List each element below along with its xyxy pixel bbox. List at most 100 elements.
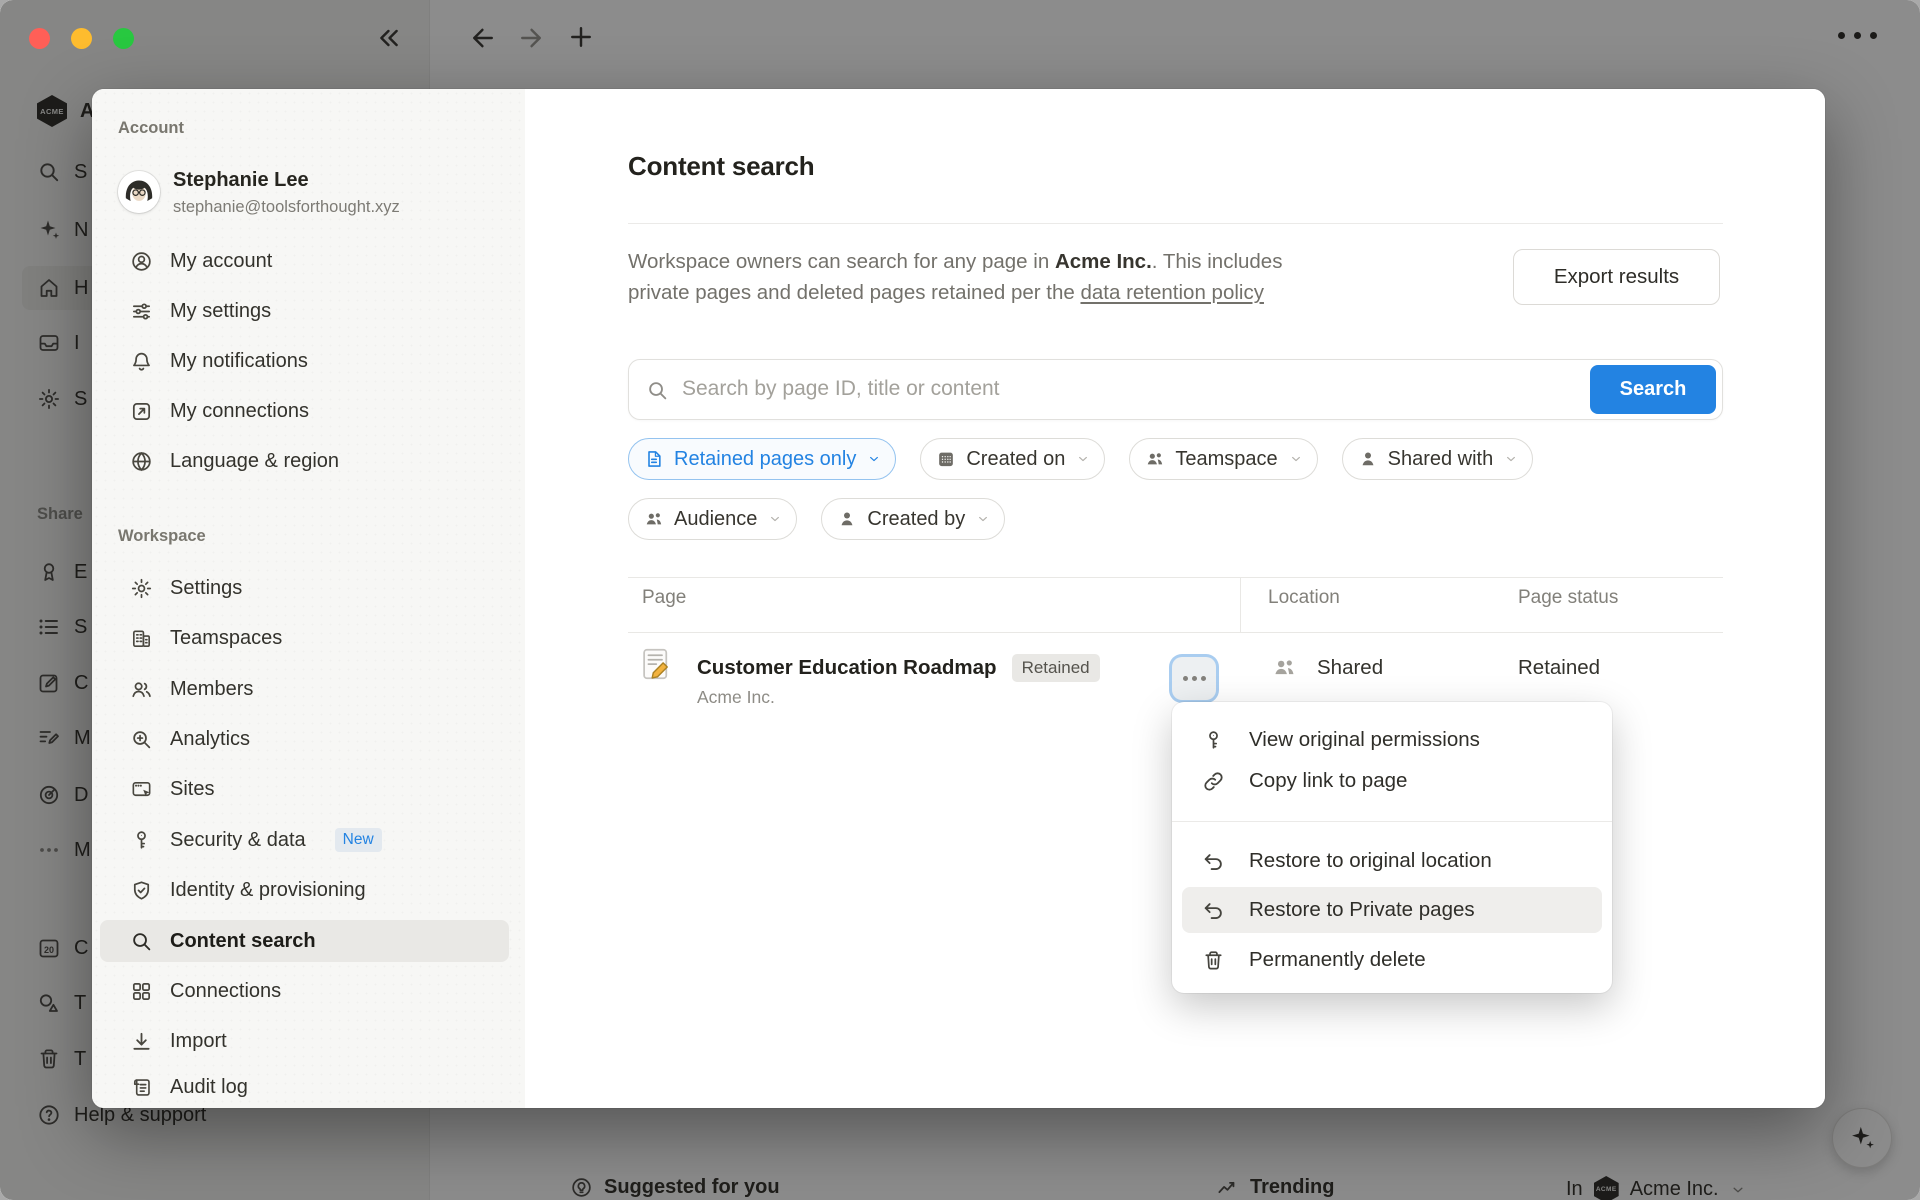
chevron-down-icon [1076, 452, 1090, 466]
data-retention-policy-link[interactable]: data retention policy [1080, 281, 1263, 304]
column-header-page-status: Page status [1518, 587, 1618, 609]
filter-audience[interactable]: Audience [628, 498, 797, 540]
chevron-down-icon [1289, 452, 1303, 466]
trash-icon [1202, 949, 1225, 972]
link-icon [1202, 770, 1225, 793]
page-icon [644, 449, 664, 469]
globe-icon [130, 450, 153, 473]
key-icon [130, 829, 153, 852]
menu-item-view-original-permissions[interactable]: View original permissions [1182, 719, 1602, 761]
magnifier-icon [130, 930, 153, 953]
person-icon [1358, 449, 1378, 469]
gear-icon [130, 577, 153, 600]
section-header-account: Account [118, 119, 184, 138]
table-header-divider [628, 632, 1723, 633]
workspace-name: Acme Inc. [1055, 250, 1152, 273]
grid-icon [130, 980, 153, 1003]
people-icon [1145, 449, 1165, 469]
nav-item-import[interactable]: Import [100, 1020, 509, 1062]
table-top-divider [628, 577, 1723, 578]
audit-scroll-icon [130, 1076, 153, 1099]
menu-divider [1172, 821, 1612, 822]
menu-item-restore-to-original-location[interactable]: Restore to original location [1182, 840, 1602, 882]
page-row-title: Customer Education Roadmap Retained [697, 654, 1100, 682]
person-icon [837, 509, 857, 529]
nav-item-settings[interactable]: Settings [100, 567, 509, 609]
chevron-down-icon [768, 512, 782, 526]
people-icon [1272, 655, 1297, 680]
close-window-button[interactable] [29, 28, 50, 49]
column-header-location: Location [1268, 587, 1340, 609]
filter-row-2: Audience Created by [628, 498, 1005, 540]
building-icon [130, 627, 153, 650]
divider [628, 223, 1723, 224]
nav-item-security-data[interactable]: Security & data New [100, 819, 509, 861]
filter-retained-pages-only[interactable]: Retained pages only [628, 438, 896, 480]
minimize-window-button[interactable] [71, 28, 92, 49]
search-input[interactable] [682, 361, 1562, 417]
page-title: Content search [628, 151, 814, 182]
filter-teamspace[interactable]: Teamspace [1129, 438, 1317, 480]
export-results-button[interactable]: Export results [1513, 249, 1720, 305]
nav-item-my-connections[interactable]: My connections [100, 390, 509, 432]
arrow-out-box-icon [130, 400, 153, 423]
menu-item-permanently-delete[interactable]: Permanently delete [1182, 939, 1602, 981]
page-row-location: Shared [1272, 655, 1383, 680]
nav-item-content-search[interactable]: Content search [100, 920, 509, 962]
filter-row-1: Retained pages only Created on Teamspace… [628, 438, 1533, 480]
nav-item-identity-provisioning[interactable]: Identity & provisioning [100, 869, 509, 911]
chevron-down-icon [976, 512, 990, 526]
calendar-icon [936, 449, 956, 469]
key-icon [1202, 729, 1225, 752]
nav-item-analytics[interactable]: Analytics [100, 718, 509, 760]
filter-shared-with[interactable]: Shared with [1342, 438, 1534, 480]
import-arrow-icon [130, 1030, 153, 1053]
account-profile: Stephanie Lee stephanie@toolsforthought.… [118, 171, 400, 217]
filter-created-by[interactable]: Created by [821, 498, 1005, 540]
row-actions-menu: View original permissions Copy link to p… [1172, 702, 1612, 993]
magnifier-plus-icon [130, 728, 153, 751]
browser-cursor-icon [130, 778, 153, 801]
nav-item-connections[interactable]: Connections [100, 970, 509, 1012]
people-icon [130, 678, 153, 701]
menu-item-restore-to-private-pages[interactable]: Restore to Private pages [1182, 887, 1602, 933]
avatar [118, 171, 160, 213]
section-header-workspace: Workspace [118, 527, 206, 546]
search-bar: Search [628, 359, 1723, 420]
nav-item-my-account[interactable]: My account [100, 240, 509, 282]
settings-nav-panel: Account Stephanie Lee stephanie@toolsfor… [92, 89, 525, 1108]
row-actions-button[interactable] [1172, 657, 1216, 700]
nav-item-language-region[interactable]: Language & region [100, 440, 509, 482]
nav-item-my-notifications[interactable]: My notifications [100, 340, 509, 382]
table-column-divider [1240, 577, 1241, 632]
new-badge: New [335, 828, 382, 852]
menu-item-copy-link-to-page[interactable]: Copy link to page [1182, 760, 1602, 802]
nav-item-sites[interactable]: Sites [100, 768, 509, 810]
person-circle-icon [130, 250, 153, 273]
filter-created-on[interactable]: Created on [920, 438, 1105, 480]
column-header-page: Page [642, 587, 686, 609]
account-name: Stephanie Lee [173, 169, 400, 192]
account-email: stephanie@toolsforthought.xyz [173, 198, 400, 217]
shield-check-icon [130, 879, 153, 902]
chevron-down-icon [867, 452, 881, 466]
memo-page-icon [637, 645, 675, 683]
zoom-window-button[interactable] [113, 28, 134, 49]
nav-item-my-settings[interactable]: My settings [100, 290, 509, 332]
nav-item-members[interactable]: Members [100, 668, 509, 710]
app-window: ACME A S N H I S Share [0, 0, 1920, 1200]
sliders-icon [130, 300, 153, 323]
nav-item-teamspaces[interactable]: Teamspaces [100, 617, 509, 659]
traffic-lights [29, 28, 134, 49]
chevron-down-icon [1504, 452, 1518, 466]
bell-icon [130, 350, 153, 373]
undo-icon [1202, 850, 1225, 873]
search-icon [646, 379, 669, 402]
page-description: Workspace owners can search for any page… [628, 246, 1333, 308]
nav-item-audit-log[interactable]: Audit log [100, 1066, 509, 1108]
retained-badge: Retained [1012, 654, 1100, 682]
page-row-workspace: Acme Inc. [697, 687, 775, 708]
undo-icon [1202, 899, 1225, 922]
search-button[interactable]: Search [1590, 365, 1716, 414]
people-icon [644, 509, 664, 529]
